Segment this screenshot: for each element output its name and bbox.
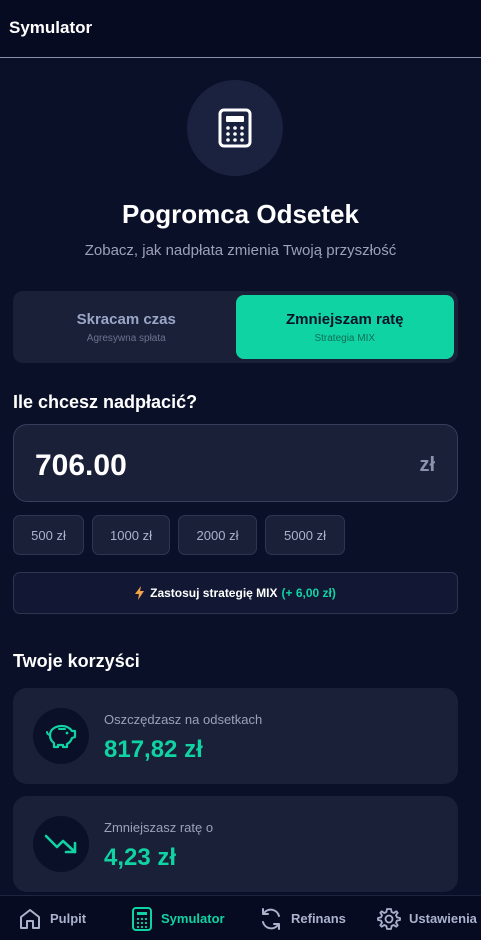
nav-item-label: Pulpit bbox=[50, 911, 87, 926]
hero-title: Pogromca Odsetek bbox=[122, 199, 359, 229]
trending-down-icon bbox=[44, 834, 77, 854]
bottom-navigation: Pulpit Symulator Refinans Ustawienia bbox=[0, 895, 481, 940]
preset-2000-button[interactable]: 2000 zł bbox=[178, 515, 257, 555]
nav-item-label: Ustawienia bbox=[409, 911, 477, 926]
gear-icon bbox=[377, 907, 401, 930]
strategy-mode-toggle: Skracam czas Agresywna spłata Zmniejszam… bbox=[13, 291, 458, 363]
nav-item-symulator[interactable]: Symulator bbox=[131, 896, 225, 940]
mix-button-label: Zastosuj strategię MIX bbox=[150, 586, 278, 600]
bolt-icon bbox=[135, 586, 145, 600]
benefit-caption: Zmniejszasz ratę o bbox=[104, 820, 214, 835]
benefit-icon-badge bbox=[33, 708, 89, 764]
top-app-bar: Symulator bbox=[0, 0, 481, 58]
mode-option-lower-installment[interactable]: Zmniejszam ratę Strategia MIX bbox=[235, 295, 454, 359]
nav-item-pulpit[interactable]: Pulpit bbox=[18, 896, 86, 940]
refresh-icon bbox=[262, 907, 280, 930]
benefit-amount: 4,23 zł bbox=[104, 844, 177, 871]
mode-option-sublabel: Strategia MIX bbox=[314, 332, 376, 344]
preset-1000-button[interactable]: 1000 zł bbox=[92, 515, 170, 555]
calculator-icon bbox=[218, 108, 252, 148]
benefit-caption: Oszczędzasz na odsetkach bbox=[104, 712, 263, 727]
benefit-amount: 817,82 zł bbox=[104, 736, 203, 763]
benefit-card-installment-reduction: Zmniejszasz ratę o 4,23 zł bbox=[13, 796, 458, 892]
piggy-bank-icon bbox=[46, 724, 77, 749]
home-icon bbox=[20, 908, 40, 929]
preset-5000-button[interactable]: 5000 zł bbox=[265, 515, 345, 555]
preset-500-button[interactable]: 500 zł bbox=[13, 515, 84, 555]
mode-option-label: Skracam czas bbox=[76, 310, 176, 328]
screen-title: Symulator bbox=[9, 18, 93, 37]
nav-item-refinans[interactable]: Refinans bbox=[259, 896, 346, 940]
mode-option-label: Zmniejszam ratę bbox=[285, 310, 404, 328]
mix-bonus-amount: (+ 6,00 zł) bbox=[281, 586, 336, 600]
mode-option-sublabel: Agresywna spłata bbox=[86, 332, 166, 344]
benefits-heading: Twoje korzyści bbox=[13, 651, 140, 671]
currency-suffix: zł bbox=[419, 454, 435, 476]
nav-item-label: Symulator bbox=[161, 911, 225, 926]
benefit-icon-badge bbox=[33, 816, 89, 872]
nav-item-ustawienia[interactable]: Ustawienia bbox=[377, 896, 477, 940]
mode-option-shorten-time[interactable]: Skracam czas Agresywna spłata bbox=[17, 295, 236, 359]
overpayment-amount-input[interactable]: 706.00 zł bbox=[13, 424, 458, 502]
overpayment-question: Ile chcesz nadpłacić? bbox=[13, 392, 198, 412]
overpayment-amount-value: 706.00 bbox=[35, 449, 127, 482]
hero-calculator-badge bbox=[187, 80, 283, 176]
nav-item-label: Refinans bbox=[291, 911, 346, 926]
apply-mix-strategy-button[interactable]: Zastosuj strategię MIX (+ 6,00 zł) bbox=[13, 572, 458, 614]
benefit-card-interest-savings: Oszczędzasz na odsetkach 817,82 zł bbox=[13, 688, 458, 784]
hero-subtitle: Zobacz, jak nadpłata zmienia Twoją przys… bbox=[84, 242, 397, 259]
calculator-icon bbox=[132, 906, 152, 931]
